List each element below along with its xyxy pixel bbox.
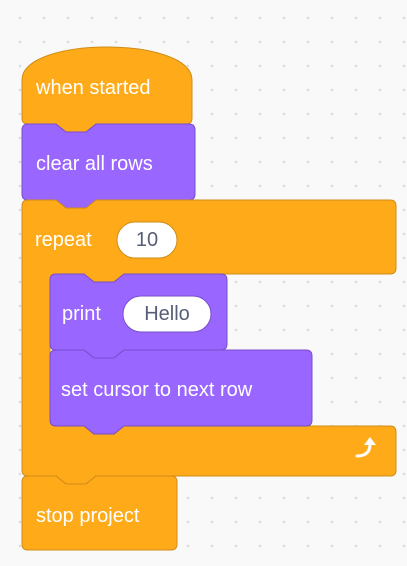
stop-project-label: stop project (36, 505, 140, 527)
clear-all-rows-label: clear all rows (36, 153, 153, 175)
set-cursor-label: set cursor to next row (61, 379, 253, 401)
print-text-value[interactable]: Hello (123, 302, 211, 326)
repeat-label: repeat (35, 229, 92, 251)
print-label: print (62, 303, 101, 325)
repeat-count-value[interactable]: 10 (117, 228, 177, 252)
script-canvas[interactable]: when started clear all rows repeat 10 pr… (0, 0, 407, 566)
when-started-label: when started (36, 77, 151, 99)
